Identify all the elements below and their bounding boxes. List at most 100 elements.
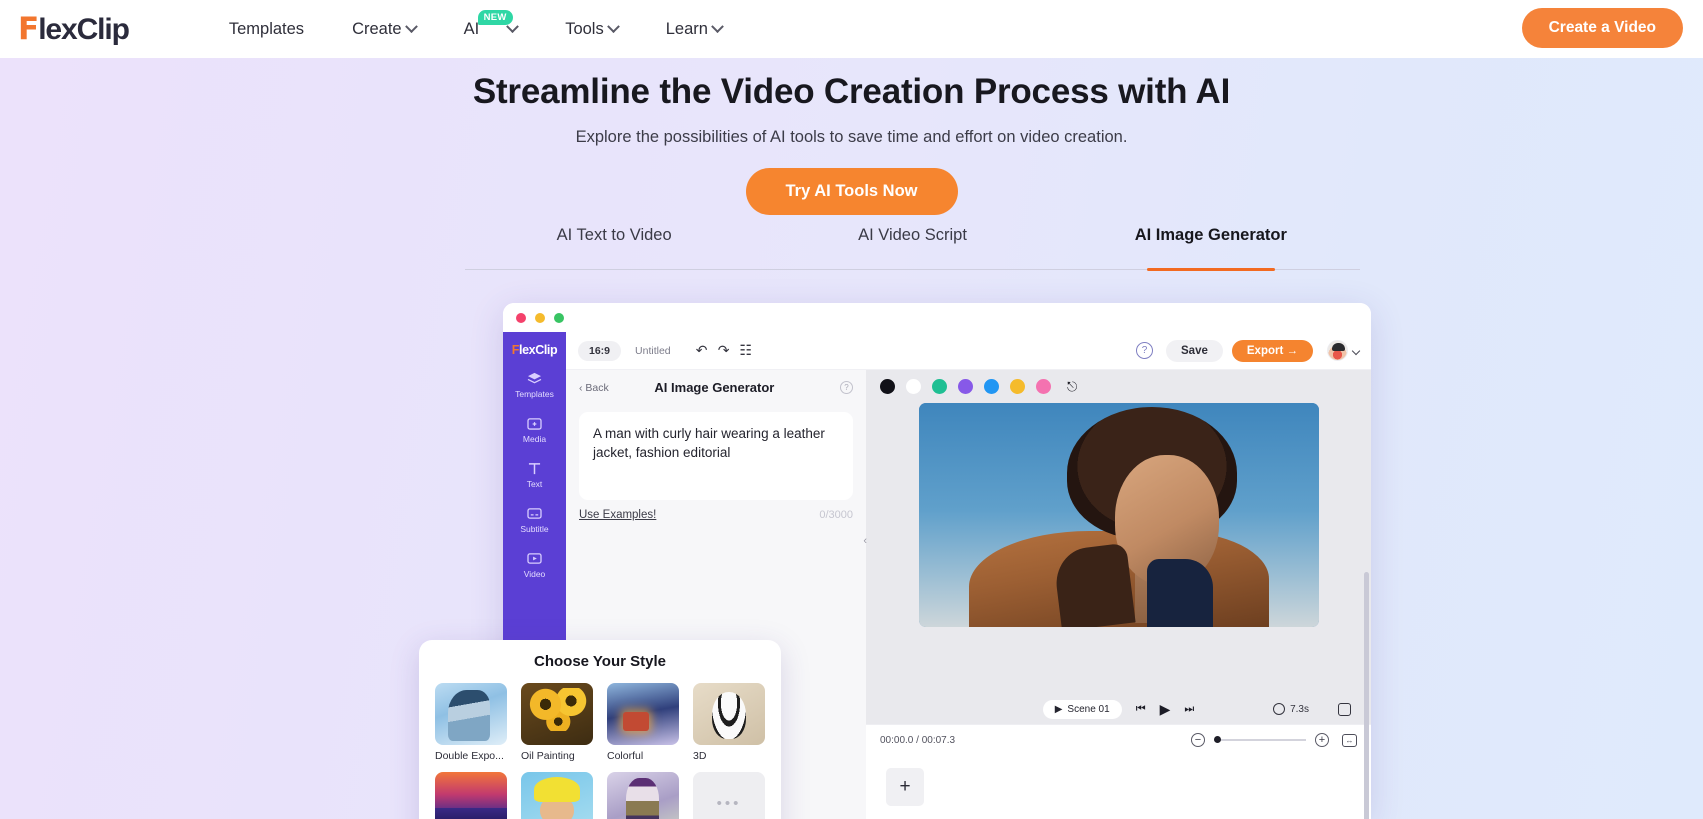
swatch-black[interactable] [880,379,895,394]
style-option-3d[interactable]: 3D [693,683,765,762]
window-titlebar [503,303,1371,332]
editor-logo: FlexClip [511,335,558,371]
export-button[interactable]: Export → [1231,339,1313,362]
style-label-oil-painting: Oil Painting [521,750,575,762]
scene-chip[interactable]: ▶ Scene 01 [1042,699,1122,719]
nav-item-tools[interactable]: Tools [541,20,642,39]
prompt-input[interactable]: A man with curly hair wearing a leather … [579,412,853,500]
nav-item-templates[interactable]: Templates [205,20,328,39]
paint-bucket-icon[interactable]: ⎋ [1067,379,1077,395]
style-grid: Double Expo... Oil Painting Colorful 3D [435,683,765,819]
sidebar-label-templates: Templates [515,389,554,399]
timeline-bar: 00:00.0 / 00:07.3 − + ↔ [866,724,1371,755]
style-option-inkpunk[interactable]: Inkpunk [607,772,679,819]
style-option-more[interactable]: ••• More [693,772,765,819]
editor-logo-f: F [511,343,520,357]
window-maximize-icon[interactable] [554,312,564,323]
style-option-double-exposure[interactable]: Double Expo... [435,683,507,762]
subtitle-icon [526,506,543,521]
add-media-button[interactable]: + [886,768,924,806]
create-a-video-button[interactable]: Create a Video [1521,8,1683,48]
swatch-blue[interactable] [984,379,999,394]
window-scrollbar-thumb[interactable] [1364,572,1369,819]
swatch-purple[interactable] [958,379,973,394]
style-option-oil-painting[interactable]: Oil Painting [521,683,593,762]
redo-icon[interactable]: ↷ [713,342,735,359]
flexclip-logo[interactable]: FlexClip [18,12,130,46]
window-minimize-icon[interactable] [535,312,545,323]
generator-header: ‹ Back AI Image Generator ? [579,380,853,395]
style-thumb-colorful [607,683,679,745]
chevron-down-icon [711,19,724,33]
image-collar2-layer [1146,559,1213,627]
style-option-cartoon[interactable]: Cartoon [521,772,593,819]
swatch-yellow[interactable] [1010,379,1025,394]
canvas-area: ⎋ ▶ Scene 01 ⏮ ▶ ⏭ 7.3s 00:00.0 / 00:07.… [866,370,1371,819]
nav-label-ai: AI [463,19,480,38]
grid-icon[interactable]: ☷ [735,342,757,359]
swatch-white[interactable] [906,379,921,394]
save-button[interactable]: Save [1166,339,1223,362]
clock-icon [1273,703,1286,715]
top-navigation-bar: FlexClip Templates Create AI NEW Tools L… [0,0,1703,58]
tab-ai-image-generator[interactable]: AI Image Generator [1062,218,1360,269]
window-close-icon[interactable] [516,312,526,323]
sidebar-item-video[interactable]: Video [503,551,566,579]
generator-title: AI Image Generator [654,380,775,395]
generated-image[interactable] [918,403,1319,627]
zoom-slider[interactable] [1214,736,1306,744]
sidebar-item-media[interactable]: Media [503,416,566,444]
style-thumb-oil-painting [521,683,593,745]
help-circle-icon[interactable]: ? [1136,342,1154,359]
try-ai-tools-now-button[interactable]: Try AI Tools Now [745,168,958,215]
color-swatch-bar: ⎋ [866,370,1371,403]
undo-icon[interactable]: ↶ [691,342,713,359]
sidebar-label-text: Text [526,479,543,489]
skip-forward-icon[interactable]: ⏭ [1184,703,1194,716]
choose-style-card: Choose Your Style Double Expo... Oil Pai… [419,640,781,819]
sidebar-item-templates[interactable]: Templates [503,371,566,399]
help-circle-icon[interactable]: ? [840,381,853,394]
page-root: FlexClip Templates Create AI NEW Tools L… [0,0,1703,819]
play-icon[interactable]: ▶ [1160,701,1171,718]
swatch-teal[interactable] [932,379,947,394]
logo-wordmark: lexClip [38,12,130,46]
window-scrollbar-track[interactable] [1364,552,1369,819]
nav-item-ai[interactable]: AI NEW [440,9,542,39]
avatar[interactable] [1327,340,1348,361]
aspect-ratio-chip[interactable]: 16:9 [578,340,622,361]
playback-bar: ▶ Scene 01 ⏮ ▶ ⏭ 7.3s [866,694,1371,724]
nav-item-create[interactable]: Create [328,20,440,39]
nav-label-templates: Templates [228,19,305,38]
sidebar-label-media: Media [522,434,547,444]
video-play-icon [526,551,543,566]
zoom-out-icon[interactable]: − [1191,733,1205,747]
chevron-down-icon[interactable] [1351,346,1361,355]
style-thumb-more: ••• [693,772,765,819]
sidebar-label-video: Video [523,569,546,579]
page-subtitle: Explore the possibilities of AI tools to… [575,128,1128,146]
zoom-slider-knob[interactable] [1214,736,1221,744]
ellipsis-icon: ••• [716,794,742,812]
sidebar-item-subtitle[interactable]: Subtitle [503,506,566,534]
tab-ai-text-to-video[interactable]: AI Text to Video [465,218,763,269]
fit-width-icon[interactable]: ↔ [1342,733,1357,747]
zoom-in-icon[interactable]: + [1315,733,1329,747]
tab-ai-video-script[interactable]: AI Video Script [763,218,1061,269]
chevron-down-icon [404,19,418,33]
play-icon: ▶ [1054,703,1063,715]
fit-screen-icon[interactable] [1338,702,1351,716]
nav-items: Templates Create AI NEW Tools Learn [205,9,746,39]
swatch-pink[interactable] [1036,379,1051,394]
project-name-field[interactable]: Untitled [635,345,671,357]
chevron-left-icon[interactable]: ‹ [863,535,867,547]
style-option-vector-art[interactable]: Vector Art [435,772,507,819]
style-option-colorful[interactable]: Colorful [607,683,679,762]
sidebar-item-text[interactable]: Text [503,461,566,489]
nav-label-create: Create [352,19,402,38]
use-examples-link[interactable]: Use Examples! [579,509,656,521]
skip-back-icon[interactable]: ⏮ [1136,703,1146,716]
duration-indicator: 7.3s [1273,703,1309,715]
nav-item-learn[interactable]: Learn [642,20,746,39]
timecode-display: 00:00.0 / 00:07.3 [880,734,956,746]
